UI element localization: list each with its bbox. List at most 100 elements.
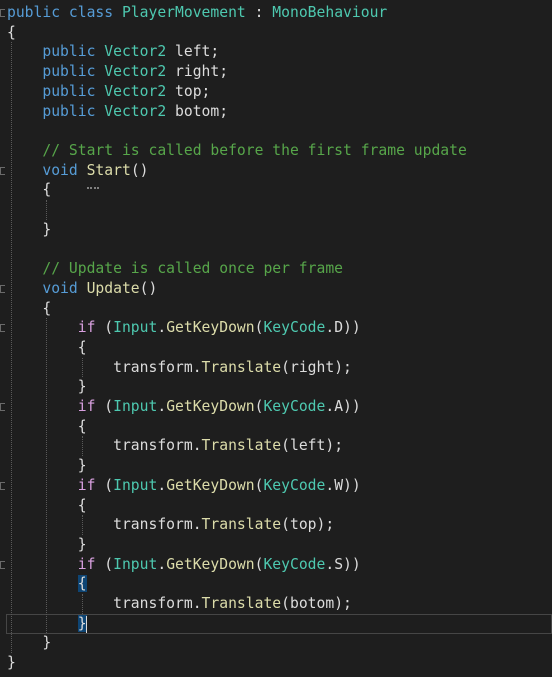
code-token: void: [42, 279, 78, 297]
code-token: Update: [86, 279, 140, 297]
code-token: .: [157, 319, 167, 337]
code-line[interactable]: void Update(): [7, 279, 157, 299]
code-line[interactable]: if (Input.GetKeyDown(KeyCode.S)): [7, 555, 361, 575]
code-token: transform.: [7, 437, 202, 455]
code-token: transform.: [7, 595, 202, 612]
code-token: GetKeyDown: [166, 398, 255, 415]
code-comment: // Start is called before the first fram…: [42, 141, 467, 159]
fold-marker-icon[interactable]: [0, 403, 5, 411]
code-line[interactable]: }: [7, 535, 87, 555]
code-line[interactable]: }: [7, 614, 87, 634]
code-token: class: [68, 4, 114, 21]
code-token: .W)): [325, 476, 361, 494]
code-line[interactable]: {: [7, 496, 87, 516]
code-token: {: [77, 575, 87, 593]
code-token: }: [7, 457, 87, 475]
code-comment: // Update is called once per frame: [42, 260, 344, 278]
code-token: PlayerMovement: [121, 4, 246, 21]
code-line[interactable]: transform.Translate(left);: [7, 436, 343, 456]
code-token: void: [42, 161, 78, 179]
code-token: .D)): [325, 319, 361, 337]
code-line[interactable]: {: [7, 417, 87, 437]
fold-marker-icon[interactable]: [0, 324, 5, 333]
code-line[interactable]: {: [7, 574, 87, 594]
code-line[interactable]: if (Input.GetKeyDown(KeyCode.W)): [7, 476, 361, 496]
code-line[interactable]: }: [7, 377, 87, 397]
code-line[interactable]: transform.Translate(top);: [7, 515, 334, 535]
code-token: Input: [113, 476, 158, 494]
code-token: MonoBehaviour: [272, 4, 388, 21]
code-token: .S)): [325, 555, 361, 573]
code-token: .: [157, 555, 167, 573]
code-line[interactable]: public Vector2 right;: [7, 62, 228, 82]
fold-marker-icon[interactable]: [0, 284, 5, 293]
code-token: (: [95, 476, 114, 494]
code-token: Translate: [201, 595, 282, 612]
code-line[interactable]: }: [7, 653, 16, 673]
code-token: Translate: [201, 358, 282, 376]
fold-marker-icon[interactable]: [0, 481, 5, 490]
code-line[interactable]: }: [7, 456, 87, 476]
code-token: GetKeyDown: [166, 476, 255, 494]
fold-marker-icon[interactable]: [0, 9, 5, 17]
code-token: KeyCode: [263, 319, 326, 337]
code-token: KeyCode: [263, 476, 326, 494]
code-line[interactable]: if (Input.GetKeyDown(KeyCode.D)): [7, 318, 361, 338]
code-line[interactable]: public Vector2 left;: [7, 42, 219, 62]
code-token: left;: [166, 43, 220, 61]
code-line[interactable]: transform.Translate(botom);: [7, 594, 352, 614]
code-line[interactable]: {: [7, 338, 87, 358]
code-token: Input: [113, 555, 158, 573]
code-token: .A)): [325, 398, 361, 415]
code-token: {: [7, 496, 87, 514]
code-token: public: [42, 102, 96, 120]
code-token: if: [77, 476, 96, 494]
code-token: (: [95, 555, 114, 573]
indent-guide: [46, 200, 48, 220]
code-line[interactable]: {: [7, 299, 51, 319]
code-line[interactable]: // Update is called once per frame: [7, 259, 343, 279]
code-line[interactable]: }: [7, 633, 51, 653]
code-line[interactable]: public Vector2 top;: [7, 82, 210, 102]
code-token: if: [77, 319, 96, 337]
fold-marker-icon[interactable]: [0, 166, 5, 175]
code-token: {: [7, 299, 52, 317]
code-token: }: [7, 654, 16, 672]
code-token: {: [7, 338, 87, 356]
code-token: if: [77, 398, 96, 415]
code-line[interactable]: transform.Translate(right);: [7, 358, 352, 378]
fold-marker-icon[interactable]: [0, 560, 5, 569]
code-token: Vector2: [104, 43, 167, 61]
code-line[interactable]: public class PlayerMovement : MonoBehavi…: [7, 3, 387, 23]
code-token: (): [130, 161, 149, 179]
code-token: (left);: [281, 437, 344, 455]
code-line[interactable]: // Start is called before the first fram…: [7, 141, 467, 161]
code-token: :: [245, 4, 273, 21]
code-token: Input: [113, 319, 158, 337]
code-token: }: [7, 378, 87, 396]
code-line[interactable]: public Vector2 botom;: [7, 102, 228, 122]
code-token: }: [7, 634, 52, 652]
code-line[interactable]: {: [7, 23, 16, 43]
code-token: top;: [166, 82, 211, 100]
code-line[interactable]: {: [7, 180, 51, 200]
code-line[interactable]: if (Input.GetKeyDown(KeyCode.A)): [7, 397, 361, 417]
code-token: public: [7, 4, 61, 21]
code-token: public: [42, 63, 96, 81]
code-line[interactable]: void Start(): [7, 161, 149, 181]
code-token: Vector2: [104, 82, 167, 100]
code-editor[interactable]: public class PlayerMovement : MonoBehavi…: [0, 0, 552, 677]
code-line[interactable]: }: [7, 220, 51, 240]
